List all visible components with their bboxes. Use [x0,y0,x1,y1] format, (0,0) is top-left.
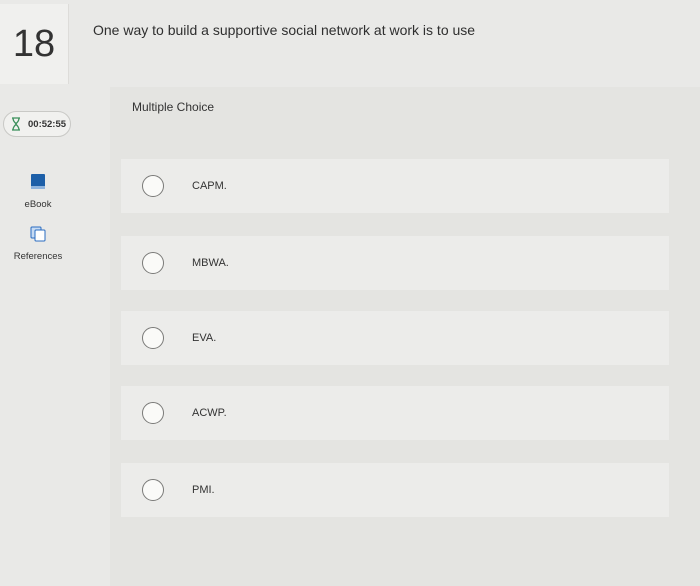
option-label: CAPM. [192,180,227,192]
radio-button[interactable] [142,252,164,274]
hourglass-icon [12,117,20,131]
question-prompt: One way to build a supportive social net… [93,22,476,38]
option-label: PMI. [192,484,215,496]
references-label: References [13,251,63,262]
radio-button[interactable] [142,479,164,501]
answer-option[interactable]: EVA. [121,311,669,365]
left-rail: 18 00:52:55 eBook References [0,0,78,586]
question-number-box: 18 [0,4,69,84]
answer-option[interactable]: PMI. [121,463,669,517]
timer[interactable]: 00:52:55 [3,111,71,137]
option-label: EVA. [192,332,217,344]
references-icon [30,226,46,242]
references-button[interactable]: References [0,226,76,264]
timer-value: 00:52:55 [28,118,67,130]
radio-button[interactable] [142,402,164,424]
question-number: 18 [12,22,56,65]
book-icon [31,174,45,189]
radio-button[interactable] [142,327,164,349]
ebook-button[interactable]: eBook [0,174,76,212]
answer-option[interactable]: ACWP. [121,386,669,440]
question-type-label: Multiple Choice [132,100,215,114]
radio-button[interactable] [142,175,164,197]
ebook-label: eBook [24,199,52,210]
answer-option[interactable]: MBWA. [121,236,669,290]
option-label: ACWP. [192,407,227,419]
answer-option[interactable]: CAPM. [121,159,669,213]
option-label: MBWA. [192,257,229,269]
